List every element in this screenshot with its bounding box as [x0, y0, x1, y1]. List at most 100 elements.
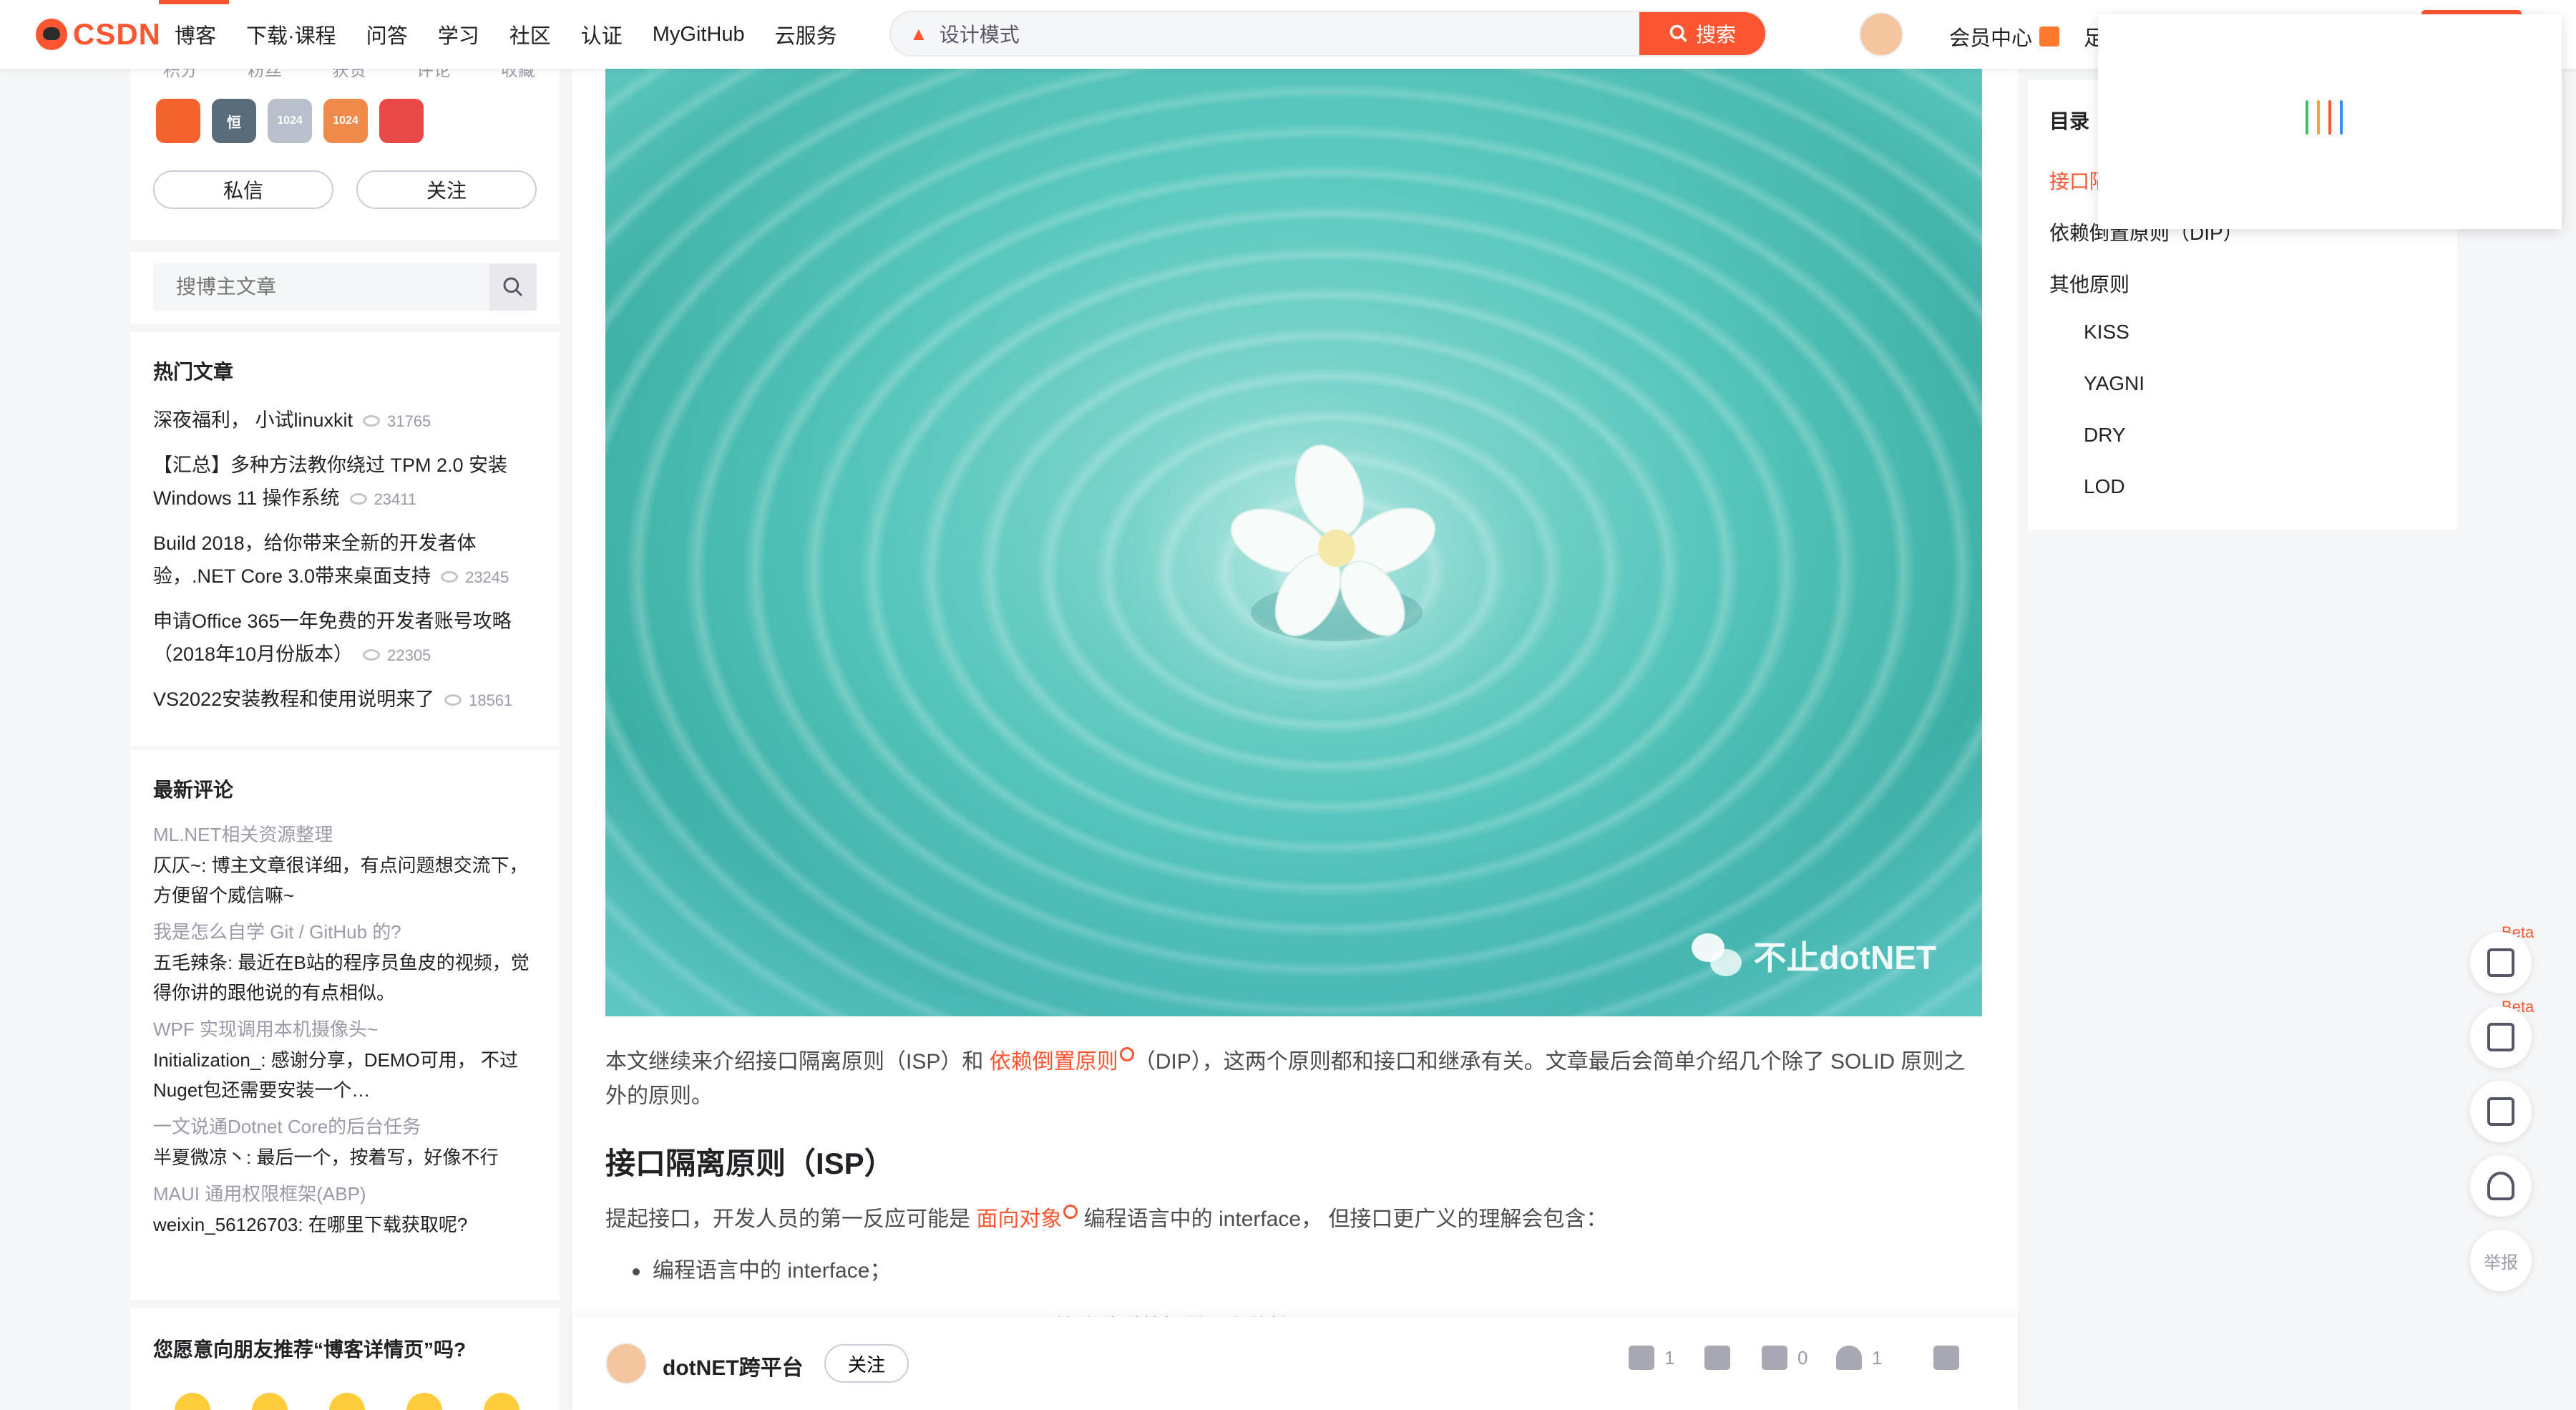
write-note-button[interactable]	[2470, 1081, 2532, 1142]
nav-blog[interactable]: 博客	[175, 19, 216, 49]
isp-text-2: 编程语言中的 interface， 但接口更广义的理解会包含：	[1078, 1207, 1608, 1231]
nav-qa[interactable]: 问答	[366, 19, 408, 49]
customer-service-button[interactable]	[2470, 1155, 2532, 1217]
recent-comments-title: 最新评论	[153, 779, 234, 801]
isp-text-1: 提起接口，开发人员的第一反应可能是	[605, 1207, 977, 1231]
rating-emoji-icon[interactable]	[329, 1393, 365, 1410]
document-icon	[2487, 948, 2514, 977]
hot-article-item[interactable]: 深夜福利， 小试linuxkit 31765	[153, 404, 540, 438]
comment-icon	[1762, 1346, 1787, 1370]
comment-text: 五毛辣条: 最近在B站的程序员鱼皮的视频，觉得你讲的跟他说的有点相似。	[153, 952, 530, 1003]
nav-learn[interactable]: 学习	[438, 19, 479, 49]
view-count-value: 31765	[387, 412, 431, 430]
1024-gold-badge-icon[interactable]: 1024	[323, 99, 368, 143]
keyword-search-icon[interactable]	[1119, 1047, 1134, 1061]
section-heading-isp: 接口隔离原则（ISP）	[605, 1147, 894, 1180]
nav-certification[interactable]: 认证	[581, 19, 623, 49]
hot-article-item[interactable]: Build 2018，给你带来全新的开发者体验，.NET Core 3.0带来桌…	[153, 527, 540, 594]
favorite-button[interactable]: 1	[1836, 1346, 1882, 1370]
hot-article-item[interactable]: 【汇总】多种方法教你绕过 TPM 2.0 安装 Windows 11 操作系统 2…	[153, 449, 540, 516]
toc-item-lod[interactable]: LOD	[2084, 475, 2125, 498]
comment-article-link[interactable]: MAUI 通用权限框架(ABP)	[153, 1178, 540, 1210]
rating-emoji-icon[interactable]	[484, 1393, 519, 1410]
view-count: 23245	[441, 568, 509, 586]
view-count: 22305	[363, 646, 431, 664]
recent-comments-card: 最新评论 ML.NET相关资源整理 仄仄~: 博主文章很详细，有点问题想交流下，…	[130, 750, 560, 1300]
comment-article-link[interactable]: 一文说通Dotnet Core的后台任务	[153, 1111, 540, 1142]
article-main: 不止dotNET 本文继续来介绍接口隔离原则（ISP）和 依赖倒置原则 （DIP）…	[572, 36, 2018, 1340]
toc-title: 目录	[2049, 110, 2090, 132]
eye-icon	[363, 649, 381, 661]
search-button[interactable]: 搜索	[1639, 12, 1765, 55]
rating-emoji-icon[interactable]	[252, 1393, 288, 1410]
oop-keyword-link[interactable]: 面向对象	[976, 1207, 1062, 1231]
view-count-value: 22305	[387, 646, 431, 664]
view-count: 23411	[349, 490, 417, 508]
global-search: ▲ 搜索	[889, 11, 1767, 57]
wechat-icon	[1692, 933, 1742, 978]
ai-summary-button[interactable]	[2470, 932, 2532, 993]
comment-article-link[interactable]: ML.NET相关资源整理	[153, 819, 540, 850]
gift-badge-icon[interactable]	[156, 99, 200, 143]
dip-keyword-link[interactable]: 依赖倒置原则	[990, 1050, 1118, 1074]
user-avatar[interactable]	[1859, 12, 1903, 57]
article-content: 本文继续来介绍接口隔离原则（ISP）和 依赖倒置原则 （DIP），这两个原则都和接…	[605, 1012, 1982, 1367]
blog-search-button[interactable]	[489, 263, 537, 311]
creator-badge-icon[interactable]	[379, 99, 424, 143]
nav-mygithub[interactable]: MyGitHub	[653, 23, 745, 47]
ai-assistant-button[interactable]	[2470, 1006, 2532, 1068]
like-button[interactable]: 1	[1629, 1346, 1674, 1370]
thumbs-up-icon	[1629, 1346, 1654, 1370]
toc-item-yagni[interactable]: YAGNI	[2084, 372, 2145, 395]
recommend-survey-card: 您愿意向朋友推荐“博客详情页”吗?	[130, 1308, 560, 1410]
toc-item-kiss[interactable]: KISS	[2084, 321, 2129, 344]
csdn-logo[interactable]: CSDN	[36, 16, 161, 53]
list-item: 编程语言中的 interface；	[633, 1253, 1982, 1290]
comment-article-link[interactable]: WPF 实现调用本机摄像头~	[153, 1013, 540, 1045]
gift-icon	[2039, 26, 2060, 47]
nav-cloud[interactable]: 云服务	[775, 19, 837, 49]
hot-articles-title: 热门文章	[153, 361, 234, 383]
global-search-input[interactable]	[927, 22, 1639, 45]
isp-paragraph: 提起接口，开发人员的第一反应可能是 面向对象 编程语言中的 interface，…	[605, 1202, 1982, 1237]
comment-button[interactable]: 0	[1762, 1346, 1807, 1370]
dislike-button[interactable]	[1704, 1346, 1730, 1370]
search-button-label: 搜索	[1695, 24, 1736, 46]
vip-center-link[interactable]: 会员中心	[1949, 21, 2060, 52]
view-count-value: 23245	[465, 568, 509, 586]
hot-article-item[interactable]: VS2022安装教程和使用说明来了 18561	[153, 683, 540, 717]
report-button[interactable]: 举报	[2470, 1230, 2532, 1291]
logo-text: CSDN	[73, 17, 162, 51]
rating-emoji-icon[interactable]	[406, 1393, 442, 1410]
comment-article-link[interactable]: 我是怎么自学 Git / GitHub 的?	[153, 916, 540, 948]
loading-popup	[2098, 14, 2562, 229]
rating-emoji-row	[175, 1393, 519, 1410]
nav-community[interactable]: 社区	[509, 19, 551, 49]
1024-silver-badge-icon[interactable]: 1024	[268, 99, 312, 143]
follow-author-button[interactable]: 关注	[824, 1344, 909, 1383]
blog-search-input[interactable]	[153, 276, 489, 298]
author-avatar[interactable]	[605, 1343, 647, 1384]
view-count-value: 23411	[374, 490, 417, 508]
follow-blogger-button[interactable]: 关注	[356, 170, 537, 209]
nav-download-course[interactable]: 下载·课程	[246, 19, 336, 49]
keyword-search-icon[interactable]	[1063, 1205, 1078, 1219]
author-name[interactable]: dotNET跨平台	[663, 1350, 804, 1381]
hot-article-item[interactable]: 申请Office 365一年免费的开发者账号攻略（2018年10月份版本） 223…	[153, 605, 540, 672]
persistence-badge-icon[interactable]: 恒	[212, 99, 256, 143]
view-count: 18561	[444, 691, 512, 709]
main-nav: 博客 下载·课程 问答 学习 社区 认证 MyGitHub 云服务	[175, 0, 837, 69]
hot-article-title: 申请Office 365一年免费的开发者账号攻略（2018年10月份版本）	[153, 611, 512, 665]
toc-item-dry[interactable]: DRY	[2084, 424, 2126, 447]
eye-icon	[444, 694, 462, 706]
rating-emoji-icon[interactable]	[175, 1393, 210, 1410]
share-button[interactable]	[1933, 1346, 1959, 1370]
hot-fire-icon: ▲	[909, 22, 928, 44]
private-message-button[interactable]: 私信	[153, 170, 333, 209]
comment-text: 半夏微凉丶: 最后一个，按着写，好像不行	[153, 1147, 499, 1168]
recent-comments-list: ML.NET相关资源整理 仄仄~: 博主文章很详细，有点问题想交流下，方便留个威…	[153, 819, 540, 1245]
share-icon	[1933, 1346, 1959, 1370]
comment-text: weixin_56126703: 在哪里下载获取呢?	[153, 1214, 468, 1235]
toc-item-other[interactable]: 其他原则	[2049, 269, 2129, 298]
profile-actions: 私信 关注	[153, 170, 537, 209]
